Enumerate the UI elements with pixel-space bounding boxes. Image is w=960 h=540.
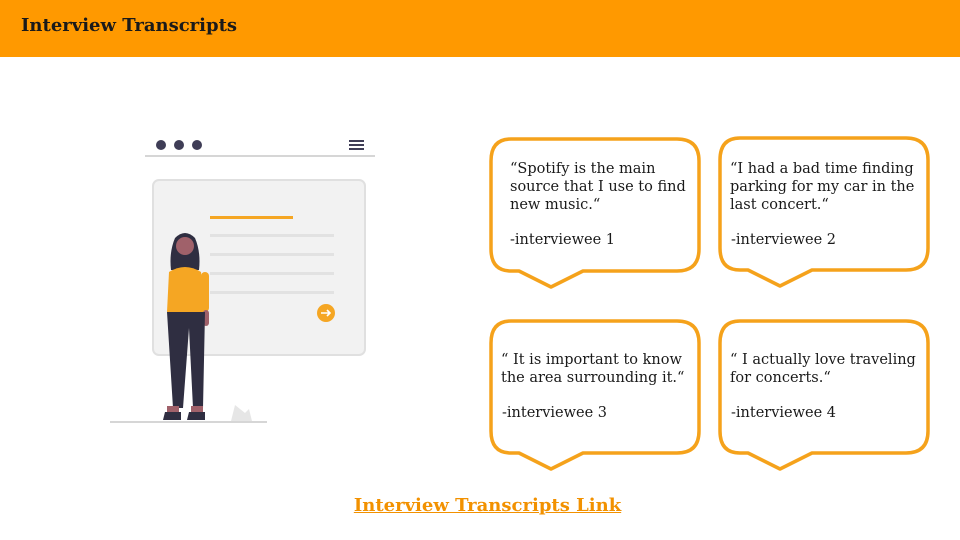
- quote-attribution-4: -interviewee 4: [731, 405, 837, 421]
- quote-text-3: “ It is important to know the area surro…: [501, 352, 685, 386]
- quote-text-1: “Spotify is the main source that I use t…: [510, 161, 686, 213]
- quote-text-4: “ I actually love traveling for concerts…: [730, 352, 916, 386]
- quote-text-2: “I had a bad time finding parking for my…: [730, 161, 915, 213]
- quote-attribution-2: -interviewee 2: [731, 232, 837, 248]
- header-bar: Interview Transcripts: [0, 0, 960, 57]
- woman-browser-illustration: [110, 140, 375, 423]
- page-title: Interview Transcripts: [21, 15, 238, 36]
- speech-bubble-3: [489, 319, 701, 471]
- interview-transcripts-link[interactable]: Interview Transcripts Link: [0, 495, 960, 516]
- speech-bubble-4: [718, 319, 930, 471]
- quote-attribution-3: -interviewee 3: [502, 405, 608, 421]
- quote-attribution-1: -interviewee 1: [510, 232, 616, 248]
